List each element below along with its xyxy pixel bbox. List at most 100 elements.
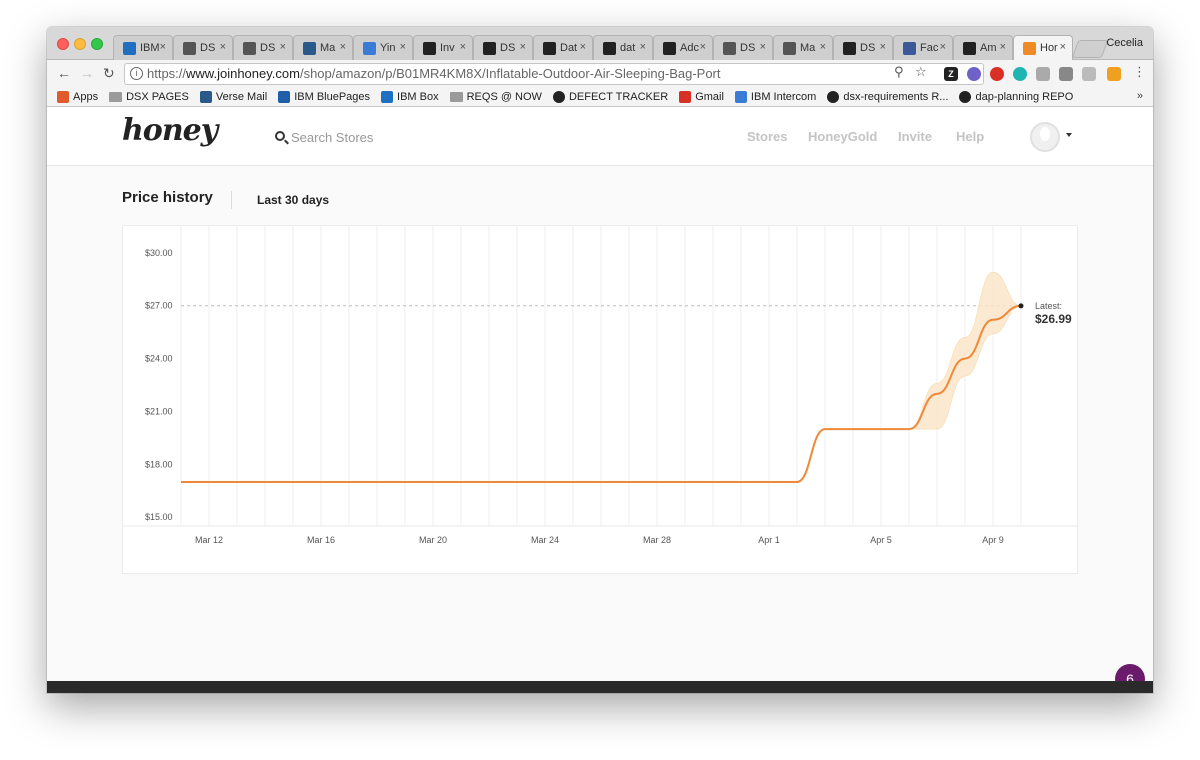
latest-label: Latest: bbox=[1035, 301, 1062, 311]
browser-tab[interactable]: Am × bbox=[953, 35, 1013, 60]
tab-strip: IBM × DS × DS × Ma × Yin × Inv × DS × Dat × dat × Adc × DS × M… bbox=[47, 27, 1153, 60]
browser-tab[interactable]: Ma × bbox=[293, 35, 353, 60]
browser-tab[interactable]: Ma × bbox=[773, 35, 833, 60]
bookmark-label: IBM BluePages bbox=[294, 91, 371, 103]
close-tab-icon[interactable]: × bbox=[280, 41, 286, 53]
range-selector[interactable]: Last 30 days bbox=[257, 193, 329, 207]
browser-tab[interactable]: Adc × bbox=[653, 35, 713, 60]
x-tick-label: Apr 5 bbox=[870, 535, 892, 545]
close-tab-icon[interactable]: × bbox=[340, 41, 346, 53]
bookmark-label: IBM Box bbox=[397, 91, 439, 103]
browser-tab[interactable]: dat × bbox=[593, 35, 653, 60]
bookmark-item[interactable]: DSX PAGES bbox=[109, 91, 189, 103]
zotero-icon[interactable]: Z bbox=[944, 67, 958, 81]
back-arrow-icon[interactable]: ← bbox=[57, 65, 71, 81]
bookmark-item[interactable]: IBM BluePages bbox=[278, 91, 370, 103]
honey-page: honey Stores HoneyGold Invite Help Price… bbox=[47, 107, 1153, 693]
close-tab-icon[interactable]: × bbox=[220, 41, 226, 53]
search-stores-input[interactable] bbox=[291, 127, 491, 147]
browser-tab[interactable]: DS × bbox=[833, 35, 893, 60]
new-tab-button[interactable] bbox=[1071, 40, 1109, 58]
browser-tab[interactable]: Dat × bbox=[533, 35, 593, 60]
close-tab-icon[interactable]: × bbox=[520, 41, 526, 53]
maximize-window-button[interactable] bbox=[91, 38, 103, 50]
url-scheme: https:// bbox=[147, 66, 187, 81]
bookmark-label: Gmail bbox=[695, 91, 724, 103]
browser-tab[interactable]: DS × bbox=[713, 35, 773, 60]
bookmark-label: dap-planning REPO bbox=[975, 91, 1074, 103]
y-tick-label: $15.00 bbox=[145, 512, 173, 522]
honey-logo[interactable]: honey bbox=[122, 113, 218, 148]
chevron-down-icon[interactable] bbox=[1066, 133, 1072, 137]
nav-honeygold[interactable]: HoneyGold bbox=[808, 129, 877, 144]
honey-extension-icon[interactable] bbox=[1107, 67, 1121, 81]
bookmark-label: REQS @ NOW bbox=[466, 91, 542, 103]
bookmark-item[interactable]: IBM Intercom bbox=[734, 91, 816, 103]
extension-monitor-icon[interactable] bbox=[1036, 67, 1050, 81]
extension-grey-icon[interactable] bbox=[1059, 67, 1073, 81]
url-path: /shop/amazon/p/B01MR4KM8X/Inflatable-Out… bbox=[299, 66, 721, 81]
bookmark-item[interactable]: Gmail bbox=[679, 91, 724, 103]
close-tab-icon[interactable]: × bbox=[820, 41, 826, 53]
address-bar[interactable]: i https://www.joinhoney.com/shop/amazon/… bbox=[124, 63, 984, 85]
reload-icon[interactable]: ↻ bbox=[103, 65, 115, 82]
profile-name[interactable]: Cecelia bbox=[1106, 37, 1143, 49]
verse-icon bbox=[199, 91, 212, 103]
bookmarks-overflow-button[interactable]: » bbox=[1137, 90, 1143, 102]
github-icon bbox=[827, 91, 840, 103]
browser-tab[interactable]: DS × bbox=[173, 35, 233, 60]
avatar[interactable] bbox=[1030, 122, 1060, 152]
close-tab-icon[interactable]: × bbox=[400, 41, 406, 53]
facebook-icon bbox=[903, 41, 916, 55]
extension-teal-icon[interactable] bbox=[1013, 67, 1027, 81]
browser-tab[interactable]: DS × bbox=[233, 35, 293, 60]
browser-tab[interactable]: Hor × bbox=[1013, 35, 1073, 60]
close-tab-icon[interactable]: × bbox=[940, 41, 946, 53]
close-tab-icon[interactable]: × bbox=[1060, 41, 1066, 53]
minimize-window-button[interactable] bbox=[74, 38, 86, 50]
ds-icon bbox=[243, 41, 256, 55]
bookmark-item[interactable]: IBM Box bbox=[381, 91, 439, 103]
close-tab-icon[interactable]: × bbox=[580, 41, 586, 53]
extension-red-icon[interactable] bbox=[990, 67, 1004, 81]
price-chart: $15.00 $18.00 $21.00 $24.00 $27.00 $30.00 Mar … bbox=[123, 226, 1079, 545]
browser-tab[interactable]: Inv × bbox=[413, 35, 473, 60]
extension-k-icon[interactable] bbox=[1082, 67, 1096, 81]
bookmark-item[interactable]: Apps bbox=[57, 91, 98, 103]
ds-icon bbox=[183, 41, 196, 55]
bookmark-item[interactable]: dap-planning REPO bbox=[959, 91, 1073, 103]
key-icon[interactable]: ⚲ bbox=[894, 64, 904, 80]
page-footer-bar bbox=[47, 681, 1153, 693]
bookmark-label: dsx-requirements R... bbox=[843, 91, 949, 103]
github-icon bbox=[543, 41, 556, 55]
close-tab-icon[interactable]: × bbox=[700, 41, 706, 53]
close-tab-icon[interactable]: × bbox=[1000, 41, 1006, 53]
close-tab-icon[interactable]: × bbox=[880, 41, 886, 53]
apps-grid-icon bbox=[57, 91, 69, 103]
bookmarks-bar: Apps DSX PAGES Verse Mail IBM BluePages IBM … bbox=[47, 88, 1153, 107]
browser-tab[interactable]: IBM × bbox=[113, 35, 173, 60]
x-tick-label: Apr 1 bbox=[758, 535, 780, 545]
bookmark-item[interactable]: DEFECT TRACKER bbox=[552, 91, 668, 103]
nav-help[interactable]: Help bbox=[956, 129, 984, 144]
bookmark-item[interactable]: REQS @ NOW bbox=[449, 91, 542, 103]
close-window-button[interactable] bbox=[57, 38, 69, 50]
browser-tab[interactable]: Yin × bbox=[353, 35, 413, 60]
bookmark-item[interactable]: Verse Mail bbox=[199, 91, 267, 103]
x-tick-label: Mar 28 bbox=[643, 535, 671, 545]
close-tab-icon[interactable]: × bbox=[640, 41, 646, 53]
info-icon[interactable]: i bbox=[130, 67, 143, 80]
close-tab-icon[interactable]: × bbox=[160, 41, 166, 53]
forward-arrow-icon[interactable]: → bbox=[80, 65, 94, 81]
nav-stores[interactable]: Stores bbox=[747, 129, 787, 144]
close-tab-icon[interactable]: × bbox=[760, 41, 766, 53]
honey-icon bbox=[1023, 41, 1036, 55]
extension-purple-icon[interactable] bbox=[967, 67, 981, 81]
nav-invite[interactable]: Invite bbox=[898, 129, 932, 144]
star-icon[interactable]: ☆ bbox=[915, 64, 927, 80]
browser-tab[interactable]: DS × bbox=[473, 35, 533, 60]
menu-kebab-icon[interactable]: ⋮ bbox=[1133, 64, 1146, 80]
close-tab-icon[interactable]: × bbox=[460, 41, 466, 53]
bookmark-item[interactable]: dsx-requirements R... bbox=[827, 91, 948, 103]
browser-tab[interactable]: Fac × bbox=[893, 35, 953, 60]
